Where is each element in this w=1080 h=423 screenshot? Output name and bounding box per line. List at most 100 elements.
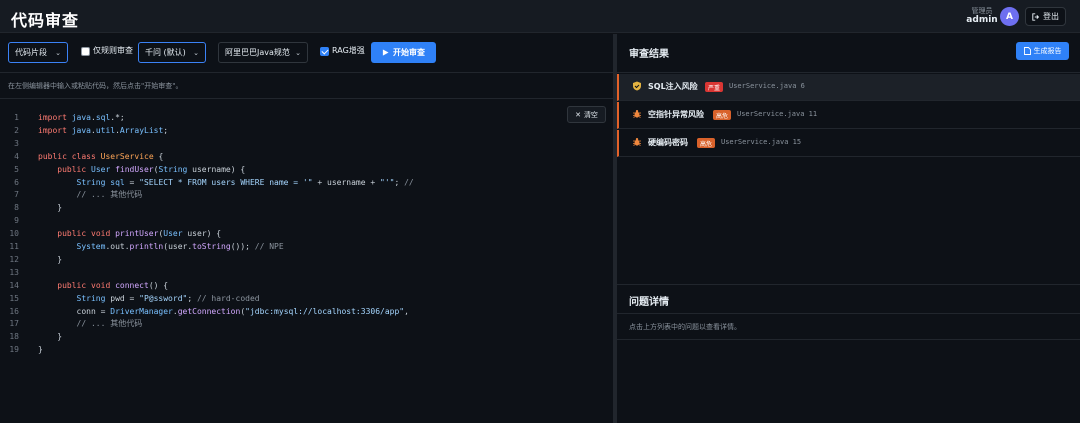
editor-pane: 代码片段 ⌄ 仅规则审查 千问 (默认) ⌄ 阿里巴巴Java规范 ⌄ RAG增… bbox=[0, 34, 613, 423]
line-number: 19 bbox=[9, 345, 19, 355]
line-number: 16 bbox=[9, 306, 19, 316]
code-text: import java.sql.*; bbox=[38, 113, 125, 122]
results-header: 审查结果 生成报告 bbox=[617, 34, 1080, 73]
issue-location: UserService.java 6 bbox=[729, 82, 805, 90]
code-text: } bbox=[38, 203, 63, 213]
line-number: 7 bbox=[14, 190, 19, 200]
issue-item[interactable]: 硬编码密码 高危 UserService.java 15 bbox=[617, 130, 1080, 157]
spec-value: 阿里巴巴Java规范 bbox=[225, 48, 290, 57]
editor-hint: 在左侧编辑器中输入或粘贴代码，然后点击"开始审查"。 bbox=[8, 82, 183, 90]
line-number: 5 bbox=[14, 164, 19, 174]
issue-location: UserService.java 11 bbox=[737, 110, 818, 118]
document-icon bbox=[1023, 47, 1031, 55]
play-icon bbox=[382, 49, 389, 56]
model-value: 千问 (默认) bbox=[145, 48, 186, 57]
line-number: 12 bbox=[9, 254, 19, 264]
line-number: 18 bbox=[9, 332, 19, 342]
code-line: 17 // ... 其他代码 bbox=[0, 317, 600, 330]
rules-only-checkbox[interactable] bbox=[81, 47, 90, 56]
input-mode-select[interactable]: 代码片段 ⌄ bbox=[8, 42, 68, 63]
issue-title: 空指针异常风险 bbox=[648, 110, 704, 119]
results-title: 审查结果 bbox=[629, 49, 669, 60]
line-number: 10 bbox=[9, 229, 19, 239]
code-text: conn = DriverManager.getConnection("jdbc… bbox=[38, 306, 409, 316]
code-text: } bbox=[38, 254, 63, 264]
code-line: 2 import java.util.ArrayList; bbox=[0, 124, 600, 137]
chevron-down-icon: ⌄ bbox=[55, 48, 61, 57]
code-line: 5 public User findUser(String username) … bbox=[0, 163, 600, 176]
issue-item[interactable]: SQL注入风险 严重 UserService.java 6 bbox=[617, 74, 1080, 101]
rules-only-label: 仅规则审查 bbox=[93, 46, 133, 55]
bug-icon bbox=[633, 110, 641, 118]
rag-label: RAG增强 bbox=[332, 46, 365, 55]
logout-button[interactable]: 登出 bbox=[1025, 7, 1066, 26]
shield-icon bbox=[633, 81, 641, 91]
line-number: 13 bbox=[9, 267, 19, 277]
issue-location: UserService.java 15 bbox=[721, 138, 802, 146]
divider bbox=[617, 313, 1080, 314]
code-text: } bbox=[38, 332, 63, 342]
severity-badge: 高危 bbox=[713, 110, 732, 120]
code-line: 4 public class UserService { bbox=[0, 150, 600, 163]
code-text: import java.util.ArrayList; bbox=[38, 125, 169, 135]
code-line: 3 bbox=[0, 137, 600, 150]
line-number: 9 bbox=[14, 216, 19, 226]
issue-title: SQL注入风险 bbox=[648, 82, 698, 91]
chevron-down-icon: ⌄ bbox=[193, 48, 199, 57]
avatar[interactable]: A bbox=[1000, 7, 1019, 26]
divider bbox=[617, 339, 1080, 340]
line-number: 11 bbox=[9, 242, 19, 251]
divider bbox=[0, 98, 613, 99]
severity-badge: 严重 bbox=[705, 82, 724, 92]
code-text: public void connect() { bbox=[57, 280, 169, 290]
code-text: // ... 其他代码 bbox=[76, 190, 143, 200]
line-number: 14 bbox=[9, 280, 19, 290]
logout-label: 登出 bbox=[1043, 12, 1059, 21]
logout-icon bbox=[1032, 12, 1040, 21]
line-number: 1 bbox=[14, 113, 19, 122]
code-text: public void printUser(User user) { bbox=[57, 229, 222, 239]
line-number: 15 bbox=[9, 293, 19, 303]
code-line: 14 public void connect() { bbox=[0, 279, 600, 292]
top-bar: 代码审查 管理员 admin A 登出 bbox=[0, 0, 1080, 33]
code-text: public class UserService { bbox=[38, 151, 164, 161]
chevron-down-icon: ⌄ bbox=[295, 48, 301, 57]
code-line: 15 String pwd = "P@ssword"; // hard-code… bbox=[0, 292, 600, 305]
input-mode-value: 代码片段 bbox=[15, 48, 47, 57]
code-line: 18 } bbox=[0, 330, 600, 343]
code-text: String pwd = "P@ssword"; // hard-coded bbox=[76, 293, 260, 303]
code-line: 1 import java.sql.*; bbox=[0, 111, 600, 124]
code-line: 6 String sql = "SELECT * FROM users WHER… bbox=[0, 176, 600, 189]
detail-placeholder: 点击上方列表中的问题以查看详情。 bbox=[629, 323, 741, 331]
line-number: 4 bbox=[14, 151, 19, 161]
generate-report-label: 生成报告 bbox=[1033, 47, 1062, 55]
issue-title: 硬编码密码 bbox=[648, 138, 688, 147]
review-toolbar: 代码片段 ⌄ 仅规则审查 千问 (默认) ⌄ 阿里巴巴Java规范 ⌄ RAG增… bbox=[0, 34, 613, 73]
code-text: // ... 其他代码 bbox=[76, 319, 143, 329]
code-line: 12 } bbox=[0, 253, 600, 266]
start-review-label: 开始审查 bbox=[393, 48, 425, 57]
code-line: 10 public void printUser(User user) { bbox=[0, 227, 600, 240]
line-number: 8 bbox=[14, 203, 19, 213]
code-text: String sql = "SELECT * FROM users WHERE … bbox=[76, 177, 414, 187]
spec-select[interactable]: 阿里巴巴Java规范 ⌄ bbox=[218, 42, 308, 63]
user-name: admin bbox=[966, 15, 998, 25]
line-number: 3 bbox=[14, 138, 19, 148]
code-text: } bbox=[38, 345, 43, 355]
results-pane: 审查结果 生成报告 SQL注入风险 严重 UserService.java 6 空指针… bbox=[617, 34, 1080, 423]
severity-badge: 高危 bbox=[697, 138, 716, 148]
detail-title: 问题详情 bbox=[629, 297, 669, 308]
code-line: 7 // ... 其他代码 bbox=[0, 188, 600, 201]
code-text: System.out.println(user.toString()); // … bbox=[76, 242, 284, 251]
code-line: 8 } bbox=[0, 201, 600, 214]
line-number: 6 bbox=[14, 177, 19, 187]
line-number: 2 bbox=[14, 125, 19, 135]
app-title: 代码审查 bbox=[11, 11, 80, 30]
generate-report-button[interactable]: 生成报告 bbox=[1016, 42, 1069, 60]
code-line: 16 conn = DriverManager.getConnection("j… bbox=[0, 305, 600, 318]
issue-item[interactable]: 空指针异常风险 高危 UserService.java 11 bbox=[617, 102, 1080, 129]
start-review-button[interactable]: 开始审查 bbox=[371, 42, 436, 63]
bug-icon bbox=[633, 138, 641, 146]
rag-checkbox[interactable] bbox=[320, 47, 329, 56]
model-select[interactable]: 千问 (默认) ⌄ bbox=[138, 42, 206, 63]
